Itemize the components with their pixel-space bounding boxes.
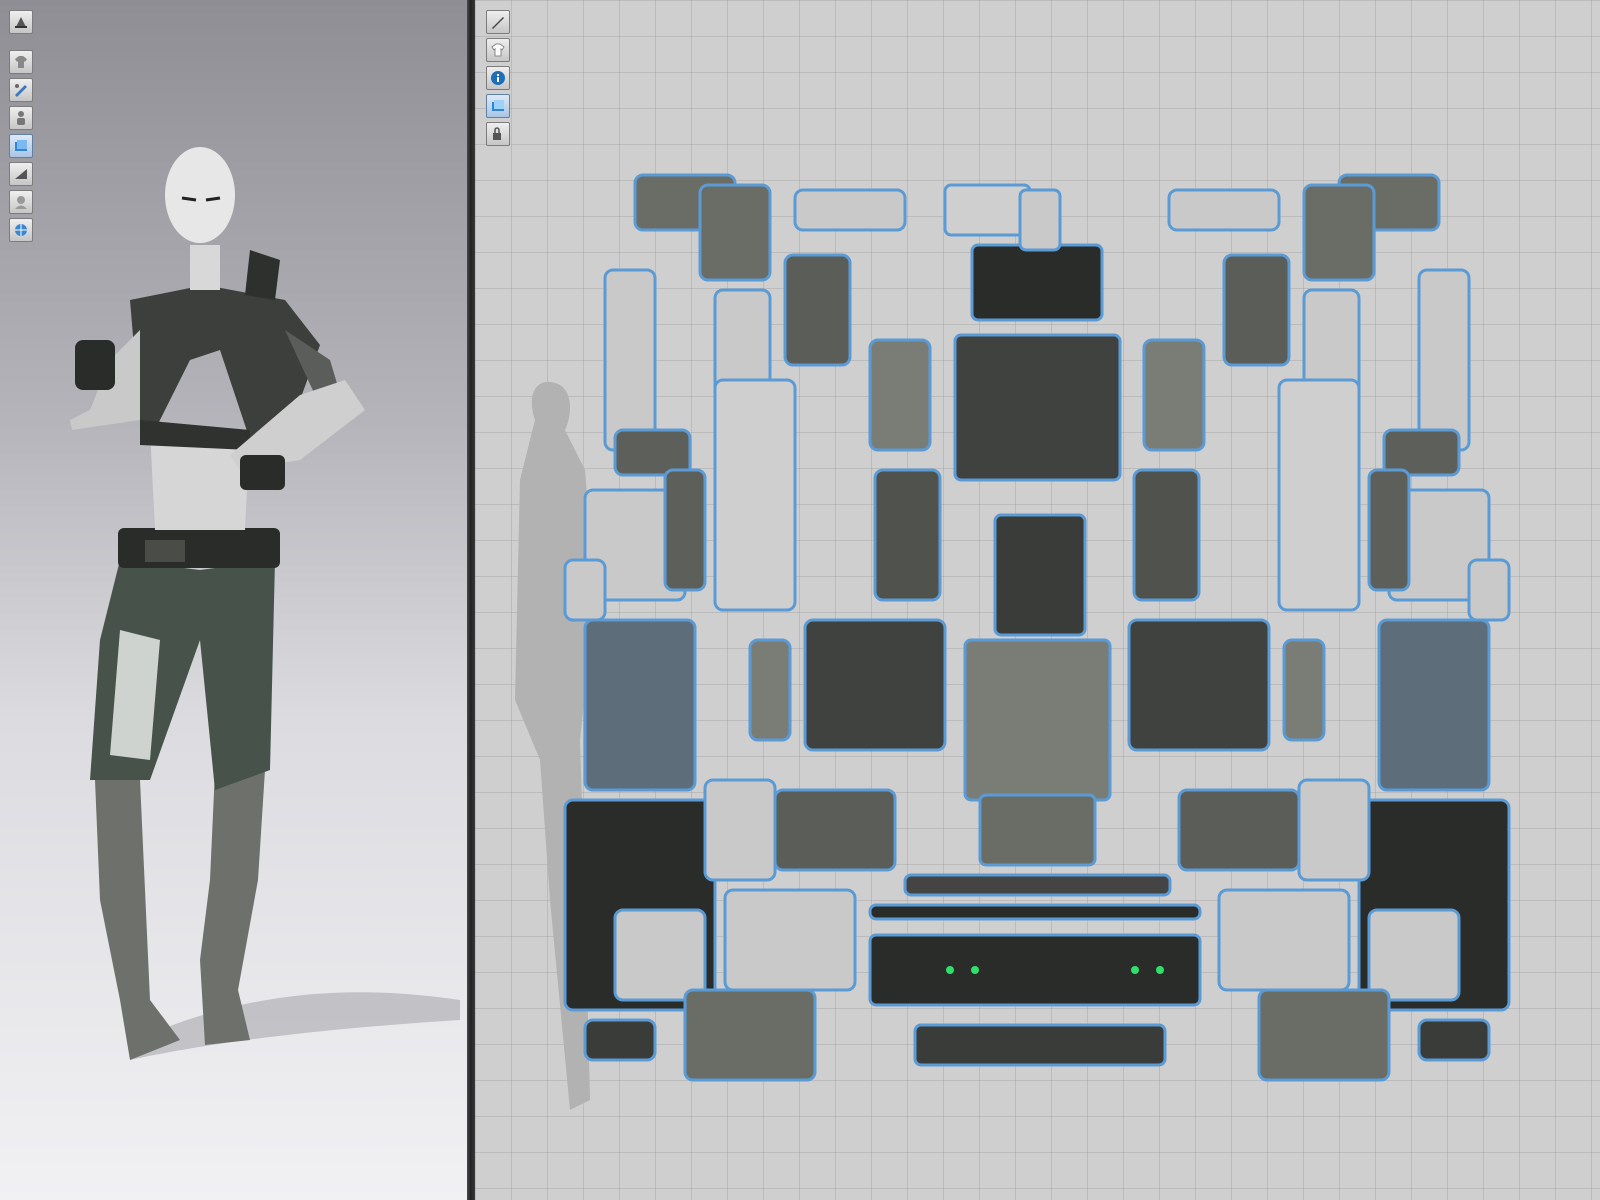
pattern-piece[interactable] — [868, 933, 1202, 1007]
belt-buckle — [145, 540, 185, 562]
pen-display-icon — [15, 84, 27, 97]
pattern-piece[interactable] — [748, 638, 792, 742]
2d-toolbar — [486, 10, 510, 146]
show-garment-icon — [491, 43, 505, 57]
view-splitter[interactable] — [467, 0, 475, 1200]
pattern-piece[interactable] — [663, 468, 707, 592]
pattern-piece[interactable] — [970, 243, 1104, 322]
pattern-piece[interactable] — [713, 378, 797, 612]
pattern-piece[interactable] — [773, 788, 897, 872]
avatar-toggle-button[interactable] — [9, 10, 33, 34]
pattern-piece[interactable] — [1282, 638, 1326, 742]
pattern-piece[interactable] — [1297, 778, 1371, 882]
avatar-display-icon — [17, 111, 25, 125]
pattern-piece[interactable] — [723, 888, 857, 992]
pattern-piece[interactable] — [583, 1018, 657, 1062]
avatar-toggle-icon — [15, 17, 27, 28]
pattern-piece[interactable] — [1177, 788, 1301, 872]
button-marker — [946, 966, 954, 974]
collar — [245, 250, 280, 300]
pattern-piece[interactable] — [1222, 253, 1291, 367]
edit-pattern-button[interactable] — [486, 10, 510, 34]
2d-pattern-viewport[interactable] — [475, 0, 1600, 1200]
pattern-piece[interactable] — [1132, 468, 1201, 602]
avatar-display-button[interactable] — [9, 106, 33, 130]
toolbar-gap — [9, 38, 33, 46]
pattern-piece[interactable] — [1382, 428, 1461, 477]
pattern-piece[interactable] — [903, 873, 1172, 897]
pattern-piece[interactable] — [613, 428, 692, 477]
garment-display-icon — [15, 56, 27, 68]
pattern-piece[interactable] — [793, 188, 907, 232]
fabric-layer-button[interactable] — [9, 134, 33, 158]
belt — [118, 528, 280, 568]
3d-toolbar — [9, 10, 33, 242]
pattern-piece[interactable] — [1018, 188, 1062, 252]
pattern-piece[interactable] — [1302, 183, 1376, 282]
pattern-piece[interactable] — [1127, 618, 1271, 752]
layer-button[interactable] — [486, 94, 510, 118]
pattern-piece[interactable] — [953, 333, 1122, 482]
floor-shadow — [130, 992, 460, 1060]
texture-globe-icon — [15, 224, 27, 236]
avatar-head-icon — [15, 196, 27, 209]
layer-icon — [492, 100, 504, 111]
head — [165, 147, 235, 243]
texture-globe-button[interactable] — [9, 218, 33, 242]
jacket-band — [140, 420, 250, 450]
pattern-piece[interactable] — [873, 468, 942, 602]
pattern-piece[interactable] — [698, 183, 772, 282]
info-icon — [491, 71, 505, 85]
pattern-piece[interactable] — [1417, 268, 1471, 452]
pattern-piece[interactable] — [1142, 338, 1206, 452]
pattern-canvas[interactable] — [475, 0, 1600, 1200]
pattern-piece[interactable] — [868, 903, 1202, 921]
neck — [190, 245, 220, 290]
left-boot — [95, 780, 180, 1060]
fabric-layer-icon — [15, 140, 27, 151]
pattern-piece[interactable] — [963, 638, 1112, 802]
button-marker — [971, 966, 979, 974]
show-garment-button[interactable] — [486, 38, 510, 62]
pattern-piece[interactable] — [1277, 378, 1361, 612]
lock-pattern-icon — [493, 127, 501, 140]
pattern-piece[interactable] — [683, 988, 817, 1082]
pattern-piece[interactable] — [943, 183, 1032, 237]
pattern-piece[interactable] — [1467, 558, 1511, 622]
pattern-piece[interactable] — [703, 778, 777, 882]
thickness-button[interactable] — [9, 162, 33, 186]
pattern-piece[interactable] — [1377, 618, 1491, 792]
3d-viewport[interactable] — [0, 0, 467, 1200]
pattern-piece[interactable] — [563, 558, 607, 622]
pattern-piece[interactable] — [1367, 468, 1411, 592]
info-button[interactable] — [486, 66, 510, 90]
lock-pattern-button[interactable] — [486, 122, 510, 146]
pattern-piece[interactable] — [868, 338, 932, 452]
edit-pattern-icon — [492, 17, 504, 29]
avatar-head-button[interactable] — [9, 190, 33, 214]
pattern-piece[interactable] — [1417, 1018, 1491, 1062]
pen-display-button[interactable] — [9, 78, 33, 102]
button-marker — [1131, 966, 1139, 974]
button-marker — [1156, 966, 1164, 974]
pattern-piece[interactable] — [1367, 908, 1461, 1002]
pattern-piece[interactable] — [613, 908, 707, 1002]
pattern-piece[interactable] — [583, 618, 697, 792]
pattern-piece[interactable] — [783, 253, 852, 367]
right-glove — [240, 455, 285, 490]
pattern-piece[interactable] — [1257, 988, 1391, 1082]
pattern-piece[interactable] — [1217, 888, 1351, 992]
pattern-piece[interactable] — [1167, 188, 1281, 232]
pattern-piece[interactable] — [603, 268, 657, 452]
garment-display-button[interactable] — [9, 50, 33, 74]
pattern-piece[interactable] — [913, 1023, 1167, 1067]
pattern-piece[interactable] — [993, 513, 1087, 637]
left-glove — [75, 340, 115, 390]
pattern-piece[interactable] — [978, 793, 1097, 867]
pattern-piece[interactable] — [803, 618, 947, 752]
thickness-icon — [15, 169, 27, 179]
avatar-scene — [70, 147, 460, 1060]
